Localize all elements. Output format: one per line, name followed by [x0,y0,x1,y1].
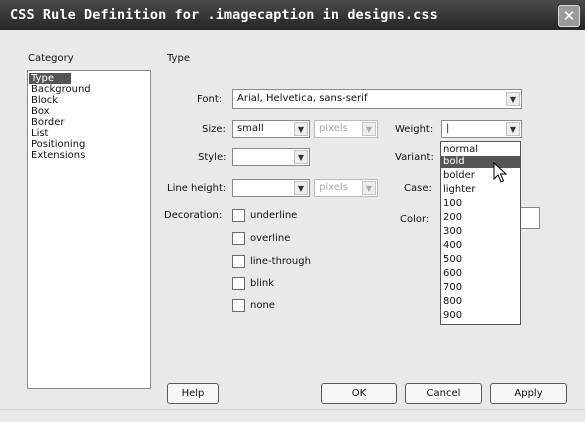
chevron-down-icon[interactable]: ▼ [362,181,376,195]
weight-option-900[interactable]: 900 [441,310,520,322]
chevron-down-icon[interactable]: ▼ [294,181,308,195]
category-header: Category [28,53,74,64]
category-item-border[interactable]: Border [31,117,65,128]
font-select[interactable]: Arial, Helvetica, sans-serif ▼ [232,89,522,109]
css-rule-definition-dialog: CSS Rule Definition for .imagecaption in… [0,0,585,422]
overline-checkbox[interactable] [232,232,245,245]
bottom-separator [0,409,585,410]
weight-option-lighter[interactable]: lighter [441,184,520,196]
line-through-label: line-through [250,256,311,267]
font-label: Font: [197,94,223,105]
chevron-down-icon[interactable]: ▼ [294,150,308,164]
ok-button[interactable]: OK [321,383,397,404]
size-unit-value: pixels [319,123,348,134]
panel-header: Type [167,53,190,64]
category-item-list[interactable]: List [31,128,48,139]
chevron-down-icon[interactable]: ▼ [362,122,376,136]
weight-option-700[interactable]: 700 [441,282,520,294]
category-item-block[interactable]: Block [31,95,58,106]
close-icon: ✕ [562,7,576,25]
category-item-type[interactable]: Type [29,73,71,84]
help-button[interactable]: Help [167,383,219,404]
underline-label: underline [250,210,298,221]
size-value: small [237,123,264,134]
size-label: Size: [202,124,226,135]
weight-option-bold[interactable]: bold [441,156,520,168]
line-height-label: Line height: [167,183,227,194]
chevron-down-icon[interactable]: ▼ [294,122,308,136]
decoration-label: Decoration: [164,210,223,221]
style-label: Style: [198,152,227,163]
weight-label: Weight: [395,124,434,135]
weight-option-normal[interactable]: normal [441,144,520,156]
line-height-select[interactable]: ▼ [232,179,310,197]
size-unit-select[interactable]: pixels ▼ [314,120,378,138]
blink-checkbox[interactable] [232,277,245,290]
weight-option-100[interactable]: 100 [441,198,520,210]
weight-option-800[interactable]: 800 [441,296,520,308]
line-height-unit-select[interactable]: pixels ▼ [314,179,378,197]
weight-value: | [446,123,450,134]
color-field[interactable] [518,207,540,229]
category-list[interactable]: Type Background Block Box Border List Po… [27,70,151,389]
case-label: Case: [404,183,432,194]
line-through-checkbox[interactable] [232,255,245,268]
weight-option-300[interactable]: 300 [441,226,520,238]
weight-select[interactable]: | ▼ [441,120,522,138]
title-bar[interactable]: CSS Rule Definition for .imagecaption in… [0,0,585,30]
category-item-positioning[interactable]: Positioning [31,139,85,150]
none-label: none [250,300,275,311]
size-select[interactable]: small ▼ [232,120,310,138]
underline-checkbox[interactable] [232,209,245,222]
category-item-extensions[interactable]: Extensions [31,150,85,161]
weight-option-200[interactable]: 200 [441,212,520,224]
weight-option-500[interactable]: 500 [441,254,520,266]
category-item-background[interactable]: Background [31,84,91,95]
style-select[interactable]: ▼ [232,148,310,166]
weight-option-bolder[interactable]: bolder [441,170,520,182]
line-height-unit-value: pixels [319,182,348,193]
category-item-box[interactable]: Box [31,106,50,117]
window-title: CSS Rule Definition for .imagecaption in… [10,7,438,23]
weight-option-600[interactable]: 600 [441,268,520,280]
chevron-down-icon[interactable]: ▼ [506,92,520,106]
weight-option-400[interactable]: 400 [441,240,520,252]
variant-label: Variant: [395,152,434,163]
weight-dropdown-list[interactable]: normal bold bolder lighter 100 200 300 4… [440,141,521,325]
close-button[interactable]: ✕ [558,5,580,27]
chevron-down-icon[interactable]: ▼ [506,122,520,136]
none-checkbox[interactable] [232,299,245,312]
blink-label: blink [250,278,275,289]
cancel-button[interactable]: Cancel [405,383,482,404]
color-label: Color: [400,214,430,225]
font-value: Arial, Helvetica, sans-serif [237,93,368,104]
apply-button[interactable]: Apply [490,383,567,404]
pointer-cursor-icon [493,162,507,183]
overline-label: overline [250,233,291,244]
